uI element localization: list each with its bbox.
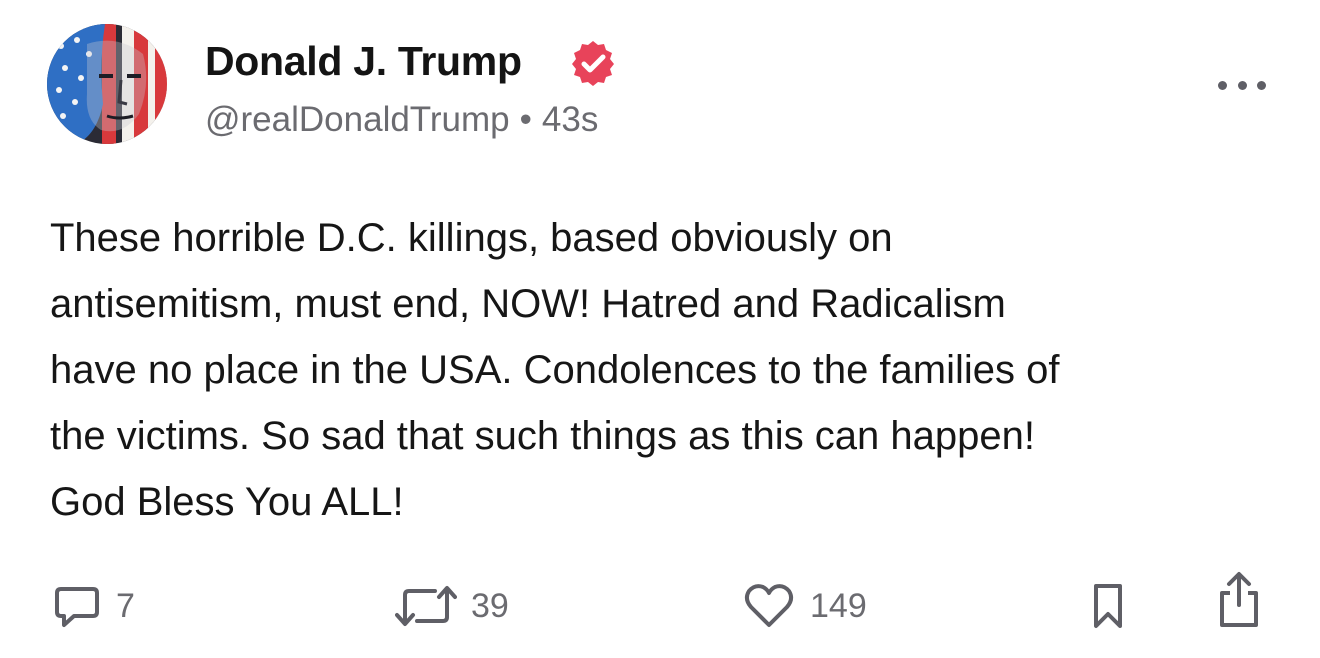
more-dot-icon (1257, 80, 1266, 90)
more-dot-icon (1218, 80, 1227, 90)
bookmark-icon (1094, 584, 1122, 628)
post-card: Donald J. Trump @realDonaldTrump • 43s The… (0, 0, 1320, 658)
heart-icon (744, 584, 794, 627)
post-meta: @realDonaldTrump • 43s (205, 100, 598, 140)
like-count: 149 (810, 586, 867, 625)
share-button[interactable] (1216, 572, 1262, 628)
meta-separator: • (519, 100, 532, 139)
repost-count: 39 (471, 586, 509, 625)
share-icon (1220, 572, 1258, 627)
post-text-line: These horrible D.C. killings, based obvi… (50, 216, 893, 260)
comment-icon (55, 587, 99, 627)
avatar[interactable] (47, 24, 167, 144)
reply-button[interactable]: 7 (52, 578, 135, 634)
post-text-line: God Bless You ALL! (50, 480, 404, 524)
post-text-line: the victims. So sad that such things as … (50, 414, 1035, 458)
action-bar: 7 39 149 (0, 572, 1320, 634)
verified-badge-icon (572, 41, 614, 86)
reply-count: 7 (116, 586, 135, 625)
post-text-line: have no place in the USA. Condolences to… (50, 348, 1060, 392)
repost-button[interactable]: 39 (395, 578, 509, 634)
author-display-name[interactable]: Donald J. Trump (205, 38, 522, 85)
author-handle[interactable]: @realDonaldTrump (205, 100, 510, 139)
like-button[interactable]: 149 (742, 578, 867, 634)
post-text-line: antisemitism, must end, NOW! Hatred and … (50, 282, 1006, 326)
bookmark-button[interactable] (1088, 578, 1128, 634)
more-options-button[interactable] (1212, 68, 1272, 102)
more-dot-icon (1237, 80, 1247, 90)
post-timestamp[interactable]: 43s (542, 100, 598, 139)
avatar-image (47, 24, 167, 144)
repost-icon (395, 586, 457, 626)
post-body: These horrible D.C. killings, based obvi… (50, 205, 1280, 535)
